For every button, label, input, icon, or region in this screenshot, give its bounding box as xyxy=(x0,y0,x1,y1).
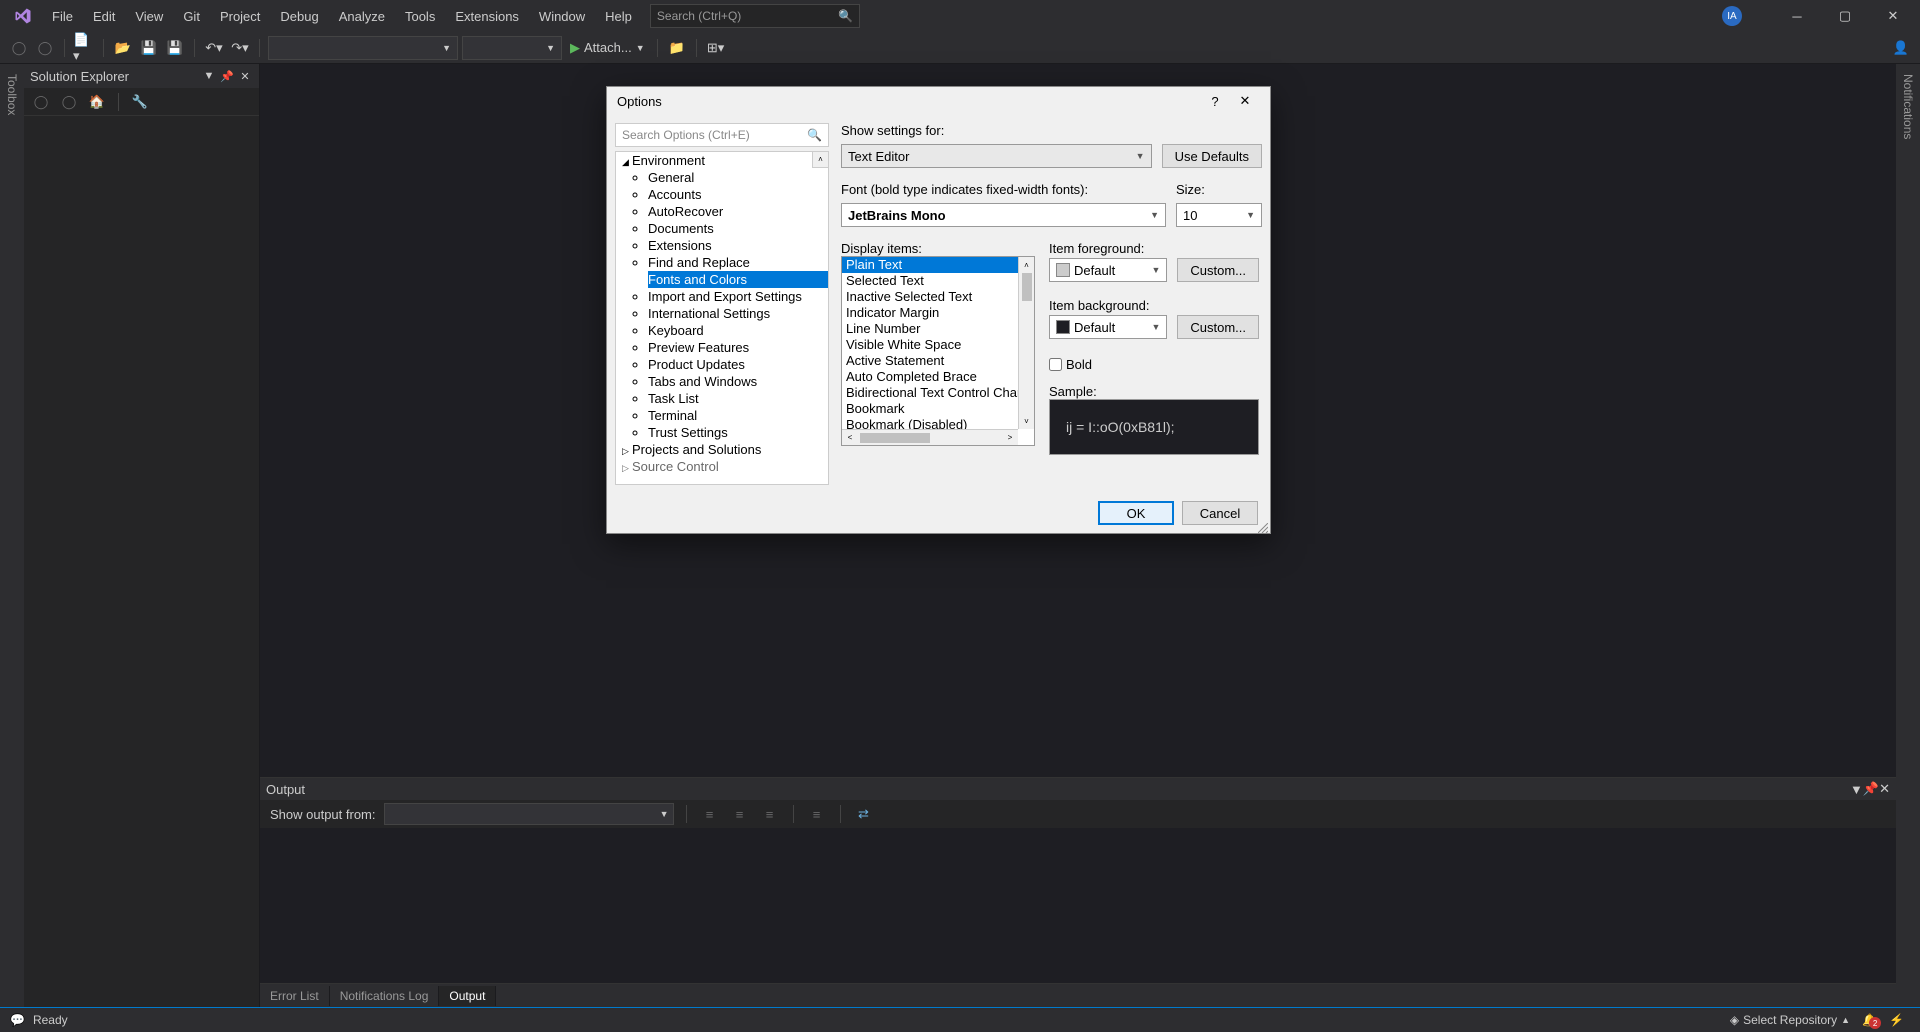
item-bg-combo[interactable]: Default ▼ xyxy=(1049,315,1167,339)
font-label: Font (bold type indicates fixed-width fo… xyxy=(841,182,1166,197)
scroll-up-icon[interactable]: ˄ xyxy=(1019,257,1034,273)
fg-value: Default xyxy=(1074,263,1115,278)
fg-swatch xyxy=(1056,263,1070,277)
bold-label: Bold xyxy=(1066,357,1092,372)
display-item[interactable]: Selected Text xyxy=(842,273,1034,289)
dialog-help-button[interactable]: ? xyxy=(1200,89,1230,113)
display-item[interactable]: Auto Completed Brace xyxy=(842,369,1034,385)
show-settings-combo[interactable]: Text Editor ▼ xyxy=(841,144,1152,168)
tree-node-preview-features[interactable]: Preview Features xyxy=(648,339,828,356)
bg-custom-button[interactable]: Custom... xyxy=(1177,315,1259,339)
chevron-down-icon: ▼ xyxy=(1151,265,1160,275)
scroll-hthumb[interactable] xyxy=(860,433,930,443)
display-item[interactable]: Bidirectional Text Control Characters xyxy=(842,385,1034,401)
scroll-left-icon[interactable]: ˂ xyxy=(842,433,858,442)
bg-swatch xyxy=(1056,320,1070,334)
tree-node-international-settings[interactable]: International Settings xyxy=(648,305,828,322)
tree-source-control[interactable]: ▷Source Control xyxy=(616,458,828,475)
resize-grip[interactable] xyxy=(1258,521,1268,531)
scroll-down-icon[interactable]: ˅ xyxy=(1019,413,1034,429)
tree-node-keyboard[interactable]: Keyboard xyxy=(648,322,828,339)
dialog-close-button[interactable]: ✕ xyxy=(1230,89,1260,113)
scroll-up-icon[interactable]: ˄ xyxy=(812,152,828,168)
options-search[interactable]: Search Options (Ctrl+E) 🔍 xyxy=(615,123,829,147)
use-defaults-button[interactable]: Use Defaults xyxy=(1162,144,1262,168)
sample-text: ij = I::oO(0xB81l); xyxy=(1066,419,1175,435)
item-bg-label: Item background: xyxy=(1049,298,1259,313)
display-item[interactable]: Line Number xyxy=(842,321,1034,337)
cancel-button[interactable]: Cancel xyxy=(1182,501,1258,525)
item-fg-combo[interactable]: Default ▼ xyxy=(1049,258,1167,282)
bold-checkbox[interactable] xyxy=(1049,358,1062,371)
display-item[interactable]: Visible White Space xyxy=(842,337,1034,353)
display-item[interactable]: Indicator Margin xyxy=(842,305,1034,321)
tree-environment[interactable]: ◢Environment xyxy=(616,152,828,169)
search-icon: 🔍 xyxy=(807,128,822,142)
tree-node-accounts[interactable]: Accounts xyxy=(648,186,828,203)
size-value: 10 xyxy=(1183,208,1197,223)
scroll-thumb[interactable] xyxy=(1022,273,1032,301)
options-dialog: Options ? ✕ Search Options (Ctrl+E) 🔍 ˄ … xyxy=(606,86,1271,534)
display-item[interactable]: Active Statement xyxy=(842,353,1034,369)
tree-node-fonts-and-colors[interactable]: Fonts and Colors xyxy=(648,271,828,288)
tree-node-find-and-replace[interactable]: Find and Replace xyxy=(648,254,828,271)
chevron-down-icon: ▼ xyxy=(1136,151,1145,161)
dialog-body: Search Options (Ctrl+E) 🔍 ˄ ◢Environment… xyxy=(607,115,1270,493)
chevron-down-icon: ▼ xyxy=(1246,210,1255,220)
tree-node-terminal[interactable]: Terminal xyxy=(648,407,828,424)
vscrollbar[interactable]: ˄ ˅ xyxy=(1018,257,1034,429)
tree-node-product-updates[interactable]: Product Updates xyxy=(648,356,828,373)
font-combo[interactable]: JetBrains Mono ▼ xyxy=(841,203,1166,227)
font-value: JetBrains Mono xyxy=(848,208,946,223)
options-tree[interactable]: ˄ ◢Environment GeneralAccountsAutoRecove… xyxy=(615,151,829,485)
show-settings-label: Show settings for: xyxy=(841,123,944,138)
sample-label: Sample: xyxy=(1049,384,1259,399)
display-items-label: Display items: xyxy=(841,241,1035,256)
ok-button[interactable]: OK xyxy=(1098,501,1174,525)
dialog-right-pane: Show settings for: Text Editor ▼ Use Def… xyxy=(841,123,1262,485)
display-item[interactable]: Inactive Selected Text xyxy=(842,289,1034,305)
sample-box: ij = I::oO(0xB81l); xyxy=(1049,399,1259,455)
dialog-overlay: Options ? ✕ Search Options (Ctrl+E) 🔍 ˄ … xyxy=(0,0,1920,1032)
size-label: Size: xyxy=(1176,182,1262,197)
dialog-title: Options xyxy=(617,94,1200,109)
fg-custom-button[interactable]: Custom... xyxy=(1177,258,1259,282)
tree-node-documents[interactable]: Documents xyxy=(648,220,828,237)
tree-node-general[interactable]: General xyxy=(648,169,828,186)
tree-projects-solutions[interactable]: ▷Projects and Solutions xyxy=(616,441,828,458)
bg-value: Default xyxy=(1074,320,1115,335)
scroll-right-icon[interactable]: ˃ xyxy=(1002,433,1018,442)
show-settings-value: Text Editor xyxy=(848,149,909,164)
hscrollbar[interactable]: ˂ ˃ xyxy=(842,429,1018,445)
display-item[interactable]: Plain Text xyxy=(842,257,1034,273)
chevron-down-icon: ▼ xyxy=(1150,210,1159,220)
display-item[interactable]: Bookmark xyxy=(842,401,1034,417)
chevron-down-icon: ▼ xyxy=(1151,322,1160,332)
tree-node-extensions[interactable]: Extensions xyxy=(648,237,828,254)
size-combo[interactable]: 10 ▼ xyxy=(1176,203,1262,227)
tree-node-autorecover[interactable]: AutoRecover xyxy=(648,203,828,220)
tree-node-import-and-export-settings[interactable]: Import and Export Settings xyxy=(648,288,828,305)
tree-node-trust-settings[interactable]: Trust Settings xyxy=(648,424,828,441)
dialog-left-pane: Search Options (Ctrl+E) 🔍 ˄ ◢Environment… xyxy=(615,123,829,485)
tree-node-tabs-and-windows[interactable]: Tabs and Windows xyxy=(648,373,828,390)
item-fg-label: Item foreground: xyxy=(1049,241,1259,256)
options-search-placeholder: Search Options (Ctrl+E) xyxy=(622,128,750,142)
dialog-footer: OK Cancel xyxy=(607,493,1270,533)
display-items-list[interactable]: Plain TextSelected TextInactive Selected… xyxy=(841,256,1035,446)
tree-node-task-list[interactable]: Task List xyxy=(648,390,828,407)
dialog-titlebar: Options ? ✕ xyxy=(607,87,1270,115)
